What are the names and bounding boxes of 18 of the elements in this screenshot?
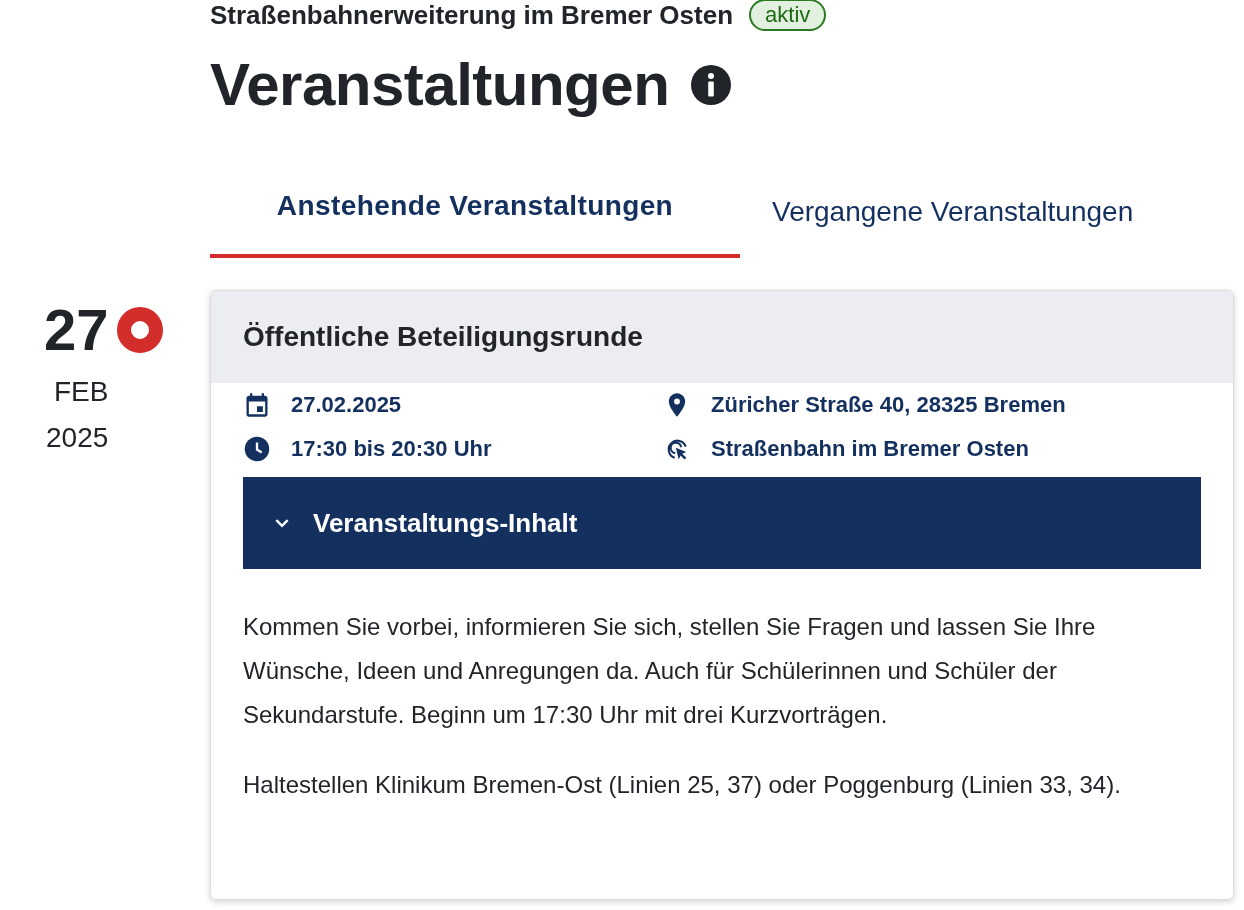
event-day: 27 [44,290,109,370]
tab[interactable]: Vergangene Veranstaltungen [740,176,1166,258]
accordion-toggle[interactable]: Veranstaltungs-Inhalt [243,477,1201,569]
event-year: 2025 [46,421,109,455]
event-detail: 17:30 bis 20:30 Uhr [291,436,492,462]
event-detail: Züricher Straße 40, 28325 Bremen [711,392,1066,418]
event-month: FEB [54,375,109,409]
clock-icon [243,435,271,463]
info-icon[interactable] [691,65,732,105]
status-badge: aktiv [749,0,827,31]
page-title: Veranstaltungen [210,50,670,120]
event-description: Kommen Sie vorbei, informieren Sie sich, stellen Sie Fragen und lassen Sie Ihre Wünsche, Ideen und Anregungen da. Auch für Schülerinnen und Schüler der Sekundarstufe. Beginn um 17:30 Uhr mit drei Kurzvorträgen. [243,612,1097,730]
event-detail[interactable]: Straßenbahn im Bremer Osten [711,436,1029,462]
tab[interactable]: Anstehende Veranstaltungen [210,176,740,258]
project-title: Straßenbahnerweiterung im Bremer Osten [210,0,734,31]
event-detail: 27.02.2025 [291,392,402,418]
event-title: Öffentliche Beteiligungsrunde [243,321,643,353]
event-description: Haltestellen Klinikum Bremen-Ost (Linien 25, 37) oder Poggenburg (Linien 33, 34). [243,770,1122,800]
